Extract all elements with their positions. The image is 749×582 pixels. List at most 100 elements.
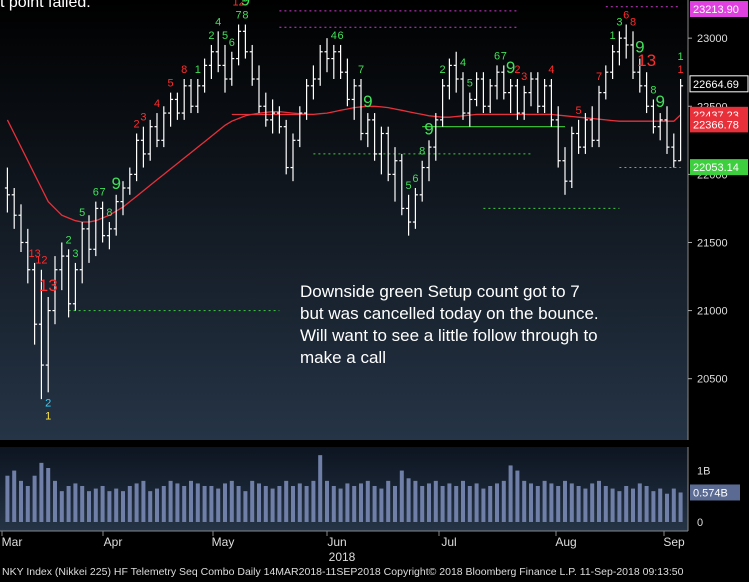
volume-bar — [195, 483, 200, 522]
volume-bar — [127, 486, 132, 522]
seq-count-label: 4 — [548, 64, 554, 76]
volume-bar — [522, 480, 527, 522]
volume-bar — [372, 486, 377, 522]
volume-bar — [209, 486, 214, 522]
volume-bar — [345, 483, 350, 522]
volume-bar — [399, 470, 404, 522]
chart-root: { "header":{"partial_title":"t point fai… — [0, 0, 749, 582]
seq-count-label: 4 — [215, 16, 221, 28]
volume-bar — [447, 483, 452, 522]
seq-count-label: 5 — [467, 78, 473, 90]
volume-bar — [597, 480, 601, 522]
seq-count-label: 3 — [616, 16, 622, 28]
seq-count-label: 1 — [195, 64, 201, 76]
volume-bar — [114, 488, 119, 522]
volume-bar — [338, 488, 343, 522]
volume-bar — [25, 486, 30, 522]
volume-bar — [576, 486, 581, 522]
volume-bar — [610, 488, 615, 522]
price-tag-label: 22053.14 — [693, 162, 739, 174]
volume-bar — [148, 491, 153, 522]
seq-count-label: 6 — [623, 10, 629, 22]
volume-bar — [671, 488, 676, 522]
volume-bar — [474, 483, 479, 522]
volume-bar — [556, 486, 561, 522]
volume-tick-label: 1B — [697, 466, 710, 478]
seq-count-label: 5 — [576, 105, 582, 117]
volume-bar — [202, 486, 207, 522]
seq-count-label: 2 — [208, 30, 214, 42]
seq-count-label: 8 — [242, 10, 248, 22]
seq-count-label: 7 — [358, 64, 364, 76]
seq-count-label: 8 — [106, 207, 112, 219]
seq-count-label: 6 — [229, 37, 235, 49]
seq-count-label: 9 — [424, 119, 433, 138]
seq-count-label: 12 — [232, 0, 244, 9]
volume-bar — [678, 492, 683, 522]
volume-bar — [488, 486, 493, 522]
volume-bar — [583, 488, 588, 522]
footer-caption: NKY Index (Nikkei 225) HF Telemetry Seq … — [2, 566, 684, 578]
y-tick-label: 21500 — [697, 237, 728, 249]
volume-bar — [454, 486, 459, 522]
volume-bar — [427, 483, 431, 522]
price-tag-label: 23213.90 — [693, 4, 739, 16]
volume-bar — [168, 480, 173, 522]
volume-bar — [46, 468, 51, 522]
seq-count-label: 3 — [72, 248, 78, 260]
volume-bar — [549, 483, 554, 522]
volume-bar — [393, 486, 397, 522]
volume-bar — [603, 486, 608, 522]
volume-bar — [379, 488, 384, 522]
volume-bar — [5, 475, 10, 522]
seq-count-label: 4 — [460, 57, 466, 69]
volume-bar — [53, 480, 57, 522]
seq-count-label: 1 — [610, 30, 616, 42]
volume-bar — [440, 486, 445, 522]
volume-bar — [175, 483, 180, 522]
x-month-label: Apr — [104, 535, 123, 549]
volume-bar — [39, 462, 44, 522]
seq-count-label: 3 — [140, 112, 146, 124]
volume-bar — [617, 491, 622, 522]
volume-bar — [318, 455, 323, 522]
volume-last-label: 0.574B — [693, 487, 728, 499]
volume-bar — [223, 483, 227, 522]
seq-count-label: 6 — [93, 187, 99, 199]
volume-bar — [501, 480, 506, 522]
seq-count-label: 7 — [596, 71, 602, 83]
volume-bar — [365, 480, 370, 522]
volume-bar — [141, 480, 146, 522]
partial-title: t point failed. — [0, 0, 91, 11]
volume-bar — [644, 486, 649, 522]
seq-count-label: 12 — [35, 255, 47, 267]
seq-count-label: 1 — [678, 51, 684, 63]
volume-bar — [542, 480, 547, 522]
volume-bar — [270, 488, 275, 522]
seq-count-label: 8 — [630, 16, 636, 28]
volume-bar — [12, 470, 17, 522]
x-axis: Mar Apr May Jun Jul Aug Sep 2018 — [0, 530, 688, 564]
seq-count-label: 6 — [494, 50, 500, 62]
volume-bar — [182, 486, 187, 522]
seq-count-label: 2 — [440, 64, 446, 76]
volume-bar — [590, 483, 595, 522]
volume-bar — [433, 480, 438, 522]
volume-bar — [87, 491, 91, 522]
volume-bar — [535, 486, 540, 522]
volume-bar — [467, 486, 472, 522]
volume-bar — [277, 486, 282, 522]
volume-bar — [331, 486, 336, 522]
volume-bar — [352, 486, 357, 522]
volume-bar — [297, 483, 302, 522]
volume-bar — [243, 491, 248, 522]
volume-bar — [236, 486, 241, 522]
volume-bar — [413, 480, 418, 522]
seq-count-label: 2 — [66, 234, 72, 246]
seq-count-label: 5 — [79, 207, 85, 219]
x-month-label: Aug — [555, 535, 576, 549]
volume-bar — [637, 483, 642, 522]
volume-bar — [100, 486, 105, 522]
x-month-label: Jun — [327, 535, 346, 549]
volume-last-tag: 0.574B — [690, 484, 740, 501]
